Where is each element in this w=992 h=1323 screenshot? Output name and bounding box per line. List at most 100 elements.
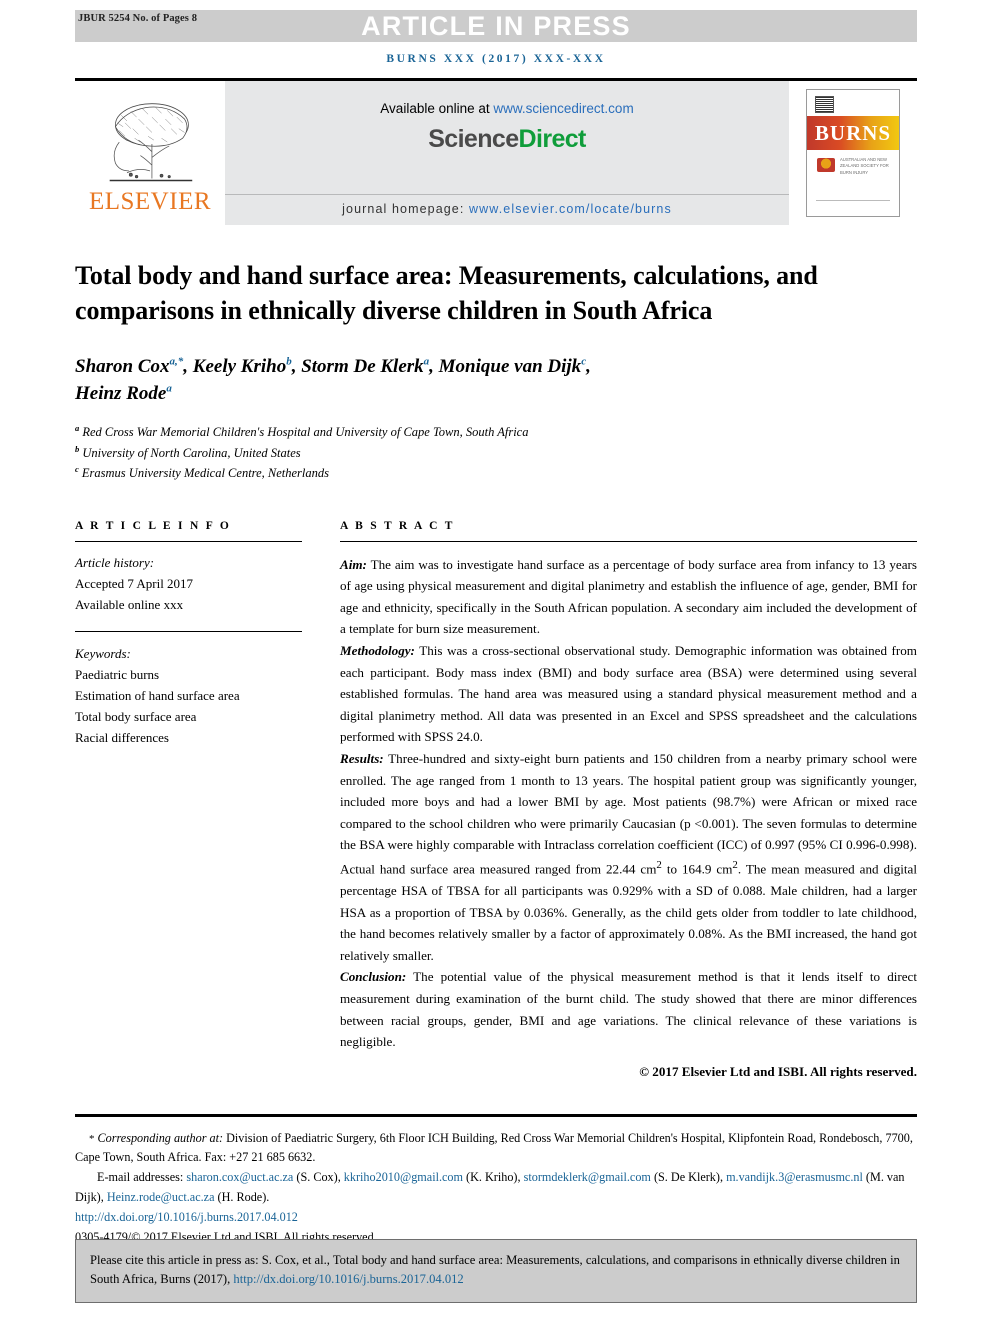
- abstract-results-text-3: . The mean measured and digital percenta…: [340, 861, 917, 963]
- journal-reference-line: BURNS XXX (2017) XXX-XXX: [386, 53, 606, 65]
- author-name-4: , Monique van Dijk: [429, 356, 582, 378]
- abstract-results-paragraph: Results: Three-hundred and sixty-eight b…: [340, 748, 917, 966]
- email-link[interactable]: Heinz.rode@uct.ac.za: [107, 1190, 215, 1204]
- affiliation-list: a Red Cross War Memorial Children's Hosp…: [75, 422, 917, 484]
- corresponding-author-note: * Corresponding author at: Division of P…: [75, 1129, 917, 1168]
- article-history-block: Article history: Accepted 7 April 2017 A…: [75, 552, 302, 615]
- abstract-results-text: Three-hundred and sixty-eight burn patie…: [340, 751, 917, 877]
- affiliation-item: b University of North Carolina, United S…: [75, 443, 917, 464]
- corresponding-author-label: Corresponding author at:: [97, 1130, 224, 1145]
- elsevier-wordmark: ELSEVIER: [88, 188, 212, 215]
- author-affil-marker-1: a,*: [169, 355, 184, 368]
- sciencedirect-word-science: Science: [428, 125, 519, 153]
- abstract-aim-label: Aim:: [340, 556, 367, 572]
- footnote-block: * Corresponding author at: Division of P…: [75, 1129, 917, 1248]
- abstract-conclusion-text: The potential value of the physical meas…: [340, 969, 917, 1050]
- author-list: Sharon Coxa,*, Keely Krihob, Storm De Kl…: [75, 355, 591, 405]
- abstract-body: Aim: The aim was to investigate hand sur…: [340, 554, 917, 1053]
- available-online-date: Available online xxx: [75, 596, 184, 612]
- manuscript-code: JBUR 5254 No. of Pages 8: [78, 13, 198, 24]
- citation-doi-link[interactable]: http://dx.doi.org/10.1016/j.burns.2017.0…: [233, 1272, 463, 1286]
- cover-barcode-icon: [815, 96, 834, 113]
- journal-homepage-label: journal homepage:: [342, 202, 469, 216]
- sciencedirect-block: Available online at www.sciencedirect.co…: [225, 81, 789, 225]
- cover-title-band: BURNS: [807, 116, 899, 150]
- footnote-divider: [75, 1113, 917, 1117]
- email-link[interactable]: m.vandijk.3@erasmusmc.nl: [726, 1170, 863, 1184]
- keywords-label: Keywords:: [75, 645, 131, 661]
- affiliation-item: a Red Cross War Memorial Children's Hosp…: [75, 422, 917, 443]
- affiliation-marker: c: [75, 464, 79, 475]
- keyword-item: Estimation of hand surface area: [75, 687, 240, 703]
- article-in-press-banner: JBUR 5254 No. of Pages 8 ARTICLE IN PRES…: [0, 0, 992, 42]
- sciencedirect-url[interactable]: www.sciencedirect.com: [493, 101, 633, 116]
- abstract-results-text-2: to 164.9 cm: [661, 861, 733, 877]
- email-link[interactable]: kkriho2010@gmail.com: [344, 1170, 463, 1184]
- elsevier-tree-icon: [109, 103, 193, 182]
- abstract-divider: [340, 540, 917, 542]
- citation-text: Please cite this article in press as: S.…: [90, 1252, 900, 1287]
- journal-homepage-url[interactable]: www.elsevier.com/locate/burns: [469, 202, 672, 216]
- cite-this-article-box: Please cite this article in press as: S.…: [75, 1238, 917, 1303]
- abstract-methodology-text: This was a cross-sectional observational…: [340, 643, 917, 745]
- email-owner: (H. Rode).: [214, 1189, 270, 1204]
- journal-masthead: ELSEVIER Available online at www.science…: [75, 78, 917, 225]
- author-affil-marker-5: a: [166, 382, 172, 395]
- author-name-5: Heinz Rode: [75, 383, 167, 405]
- email-addresses-label: E-mail addresses:: [97, 1170, 187, 1185]
- journal-homepage-bar: journal homepage: www.elsevier.com/locat…: [225, 194, 789, 225]
- email-link[interactable]: sharon.cox@uct.ac.za: [186, 1170, 293, 1184]
- abstract-aim-text: The aim was to investigate hand surface …: [340, 556, 917, 637]
- email-addresses-note: E-mail addresses: sharon.cox@uct.ac.za (…: [75, 1168, 917, 1207]
- available-online-line: Available online at www.sciencedirect.co…: [380, 101, 633, 116]
- affiliation-marker: b: [75, 443, 80, 454]
- email-owner: (K. Kriho),: [463, 1170, 524, 1185]
- abstract-column: A B S T R A C T Aim: The aim was to inve…: [340, 520, 917, 1080]
- article-first-page: JBUR 5254 No. of Pages 8 ARTICLE IN PRES…: [0, 0, 992, 1323]
- elsevier-logo-block: ELSEVIER: [75, 81, 225, 225]
- page-title: Total body and hand surface area: Measur…: [75, 261, 818, 325]
- keyword-item: Racial differences: [75, 730, 169, 746]
- keyword-item: Total body surface area: [75, 708, 197, 724]
- article-info-divider: [75, 540, 302, 542]
- affiliation-text: Red Cross War Memorial Children's Hospit…: [82, 425, 529, 440]
- email-owner: (S. De Klerk),: [650, 1170, 727, 1185]
- burns-journal-cover: BURNS AUSTRALIAN AND NEW ZEALAND SOCIETY…: [806, 89, 900, 217]
- abstract-aim-paragraph: Aim: The aim was to investigate hand sur…: [340, 554, 917, 640]
- abstract-methodology-label: Methodology:: [340, 643, 415, 659]
- article-header: Total body and hand surface area: Measur…: [75, 259, 917, 1080]
- abstract-conclusion-label: Conclusion:: [340, 969, 407, 985]
- abstract-copyright: © 2017 Elsevier Ltd and ISBI. All rights…: [639, 1063, 917, 1079]
- email-link[interactable]: stormdeklerk@gmail.com: [524, 1170, 651, 1184]
- corresponding-author-marker: *: [89, 1132, 95, 1145]
- accepted-date: Accepted 7 April 2017: [75, 575, 194, 591]
- keywords-block: Keywords: Paediatric burns Estimation of…: [75, 643, 302, 748]
- journal-cover-block: BURNS AUSTRALIAN AND NEW ZEALAND SOCIETY…: [789, 81, 917, 225]
- doi-link[interactable]: http://dx.doi.org/10.1016/j.burns.2017.0…: [75, 1208, 917, 1227]
- cover-journal-title: BURNS: [814, 120, 892, 145]
- article-info-column: A R T I C L E I N F O Article history: A…: [75, 520, 302, 1080]
- affiliation-item: c Erasmus University Medical Centre, Net…: [75, 463, 917, 484]
- article-history-label: Article history:: [75, 554, 155, 570]
- abstract-methodology-paragraph: Methodology: This was a cross-sectional …: [340, 640, 917, 748]
- author-name-1: Sharon Cox: [75, 356, 170, 378]
- keywords-divider: [75, 630, 302, 632]
- article-info-heading: A R T I C L E I N F O: [75, 519, 232, 532]
- email-owner: (S. Cox),: [293, 1170, 344, 1185]
- author-affil-marker-4: c: [581, 355, 587, 368]
- keyword-item: Paediatric burns: [75, 666, 160, 682]
- abstract-results-label: Results:: [340, 751, 384, 767]
- abstract-heading: A B S T R A C T: [340, 519, 455, 532]
- sciencedirect-logo[interactable]: ScienceDirect: [428, 125, 586, 154]
- author-name-3: , Storm De Klerk: [291, 356, 424, 378]
- author-name-2: , Keely Kriho: [183, 356, 287, 378]
- cover-society-text: AUSTRALIAN AND NEW ZEALAND SOCIETY FOR B…: [840, 157, 889, 175]
- info-abstract-grid: A R T I C L E I N F O Article history: A…: [75, 520, 917, 1080]
- sciencedirect-word-direct: Direct: [518, 125, 587, 153]
- cover-divider: [816, 200, 890, 201]
- affiliation-text: Erasmus University Medical Centre, Nethe…: [81, 466, 329, 481]
- available-online-prefix: Available online at: [380, 101, 494, 116]
- society-emblem-icon: [817, 158, 835, 172]
- abstract-conclusion-paragraph: Conclusion: The potential value of the p…: [340, 966, 917, 1052]
- affiliation-text: University of North Carolina, United Sta…: [82, 445, 301, 460]
